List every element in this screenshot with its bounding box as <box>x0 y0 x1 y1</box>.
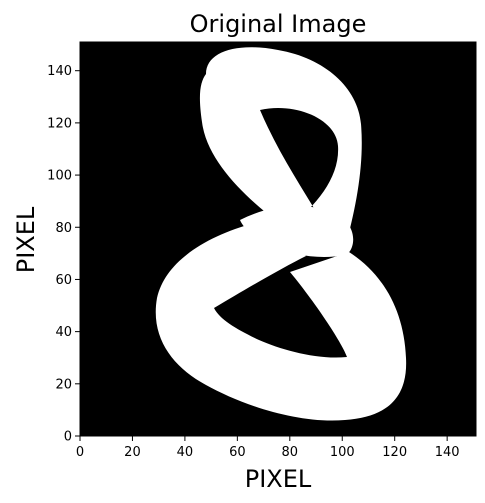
y-axis: 0 20 40 60 80 100 120 140 <box>47 64 80 445</box>
y-tick-label: 100 <box>47 169 72 184</box>
y-tick-label: 140 <box>47 64 72 79</box>
y-axis-label: PIXEL <box>12 206 40 273</box>
x-axis-label: PIXEL <box>245 465 312 493</box>
x-tick-label: 120 <box>382 445 407 460</box>
x-tick-label: 0 <box>76 445 84 460</box>
figure: Original Image 0 20 40 60 80 100 120 140 0 20 40 6… <box>12 10 477 493</box>
y-tick-label: 120 <box>47 116 72 131</box>
x-tick-label: 20 <box>124 445 141 460</box>
x-axis: 0 20 40 60 80 100 120 140 <box>76 436 460 460</box>
y-tick-label: 40 <box>55 325 72 340</box>
y-tick-label: 60 <box>55 273 72 288</box>
x-tick-label: 80 <box>282 445 299 460</box>
image-plot-area <box>79 41 477 437</box>
x-tick-label: 60 <box>229 445 246 460</box>
y-tick-label: 0 <box>64 430 72 445</box>
y-tick-label: 20 <box>55 377 72 392</box>
x-tick-label: 100 <box>330 445 355 460</box>
y-tick-label: 80 <box>55 221 72 236</box>
chart-title: Original Image <box>190 10 367 38</box>
x-tick-label: 140 <box>435 445 460 460</box>
x-tick-label: 40 <box>177 445 194 460</box>
